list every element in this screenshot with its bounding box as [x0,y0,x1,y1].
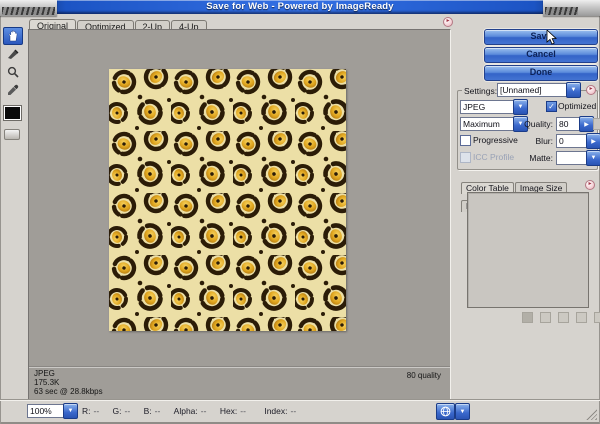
toolbar [3,27,23,140]
eyedropper-color-swatch[interactable] [4,106,21,120]
index-label: Index: [264,406,287,416]
settings-label: Settings: [462,86,499,96]
status-download-time: 63 sec @ 28.8kbps [34,387,450,396]
preview-canvas[interactable]: JPEG 175.3K 63 sec @ 28.8kbps 80 quality [28,29,451,400]
format-select[interactable]: JPEG [460,100,518,114]
mouse-cursor-icon [546,30,558,45]
index-value: -- [291,406,297,416]
new-color-icon[interactable] [576,312,587,323]
quality-slider-popup-button[interactable]: ▶ [579,116,594,132]
hand-tool-button[interactable] [3,27,23,45]
slice-select-icon [7,48,19,60]
progressive-label: Progressive [473,135,518,145]
settings-menu-button[interactable]: ▸ [586,85,596,95]
done-button[interactable]: Done [484,65,598,81]
hex-label: Hex: [220,406,237,416]
alpha-value: -- [201,406,207,416]
zoom-level-dropdown-button[interactable]: ▼ [63,403,78,419]
b-label: B: [144,406,152,416]
delete-color-icon[interactable] [594,312,600,323]
magnifier-icon [7,66,19,78]
color-readouts: R:-- G:-- B:-- Alpha:-- Hex:-- Index:-- [80,406,305,416]
progressive-checkbox[interactable] [460,135,471,146]
icc-profile-label: ICC Profile [473,152,514,162]
status-filesize: 175.3K [34,378,450,387]
r-value: -- [94,406,100,416]
settings-preset-select[interactable]: [Unnamed] [497,83,571,97]
matte-value-field[interactable] [556,151,589,165]
video-handle-left [0,0,57,16]
alpha-label: Alpha: [174,406,198,416]
quality-extra-disabled-box [593,118,600,130]
slice-select-tool-button[interactable] [3,45,23,63]
settings-preset-dropdown-button[interactable]: ▼ [566,82,581,98]
status-quality: 80 quality [407,371,441,380]
hand-icon [7,30,19,42]
toggle-slices-visibility-button[interactable] [4,129,20,140]
icc-profile-checkbox[interactable] [460,152,471,163]
color-table-actions [522,312,600,323]
r-label: R: [82,406,91,416]
video-handle-right [543,0,600,16]
bottom-bar: 100% ▼ R:-- G:-- B:-- Alpha:-- Hex:-- In… [0,399,600,423]
eyedropper-icon [7,84,19,96]
save-for-web-dialog: Save for Web - Powered by ImageReady Ori… [0,0,600,424]
preview-browser-dropdown-button[interactable]: ▼ [455,403,470,420]
g-value: -- [125,406,131,416]
g-label: G: [113,406,122,416]
preview-in-browser-button[interactable] [436,403,455,420]
quality-label: Quality: [519,119,553,129]
b-value: -- [155,406,161,416]
blur-label: Blur: [519,136,553,146]
matte-dropdown-button[interactable]: ▼ [586,150,600,166]
save-button[interactable]: Save [484,29,598,45]
window-title: Save for Web - Powered by ImageReady [0,1,600,12]
browser-globe-icon [440,406,451,417]
status-format: JPEG [34,369,450,378]
snap-to-web-palette-icon[interactable] [522,312,533,323]
hex-value: -- [240,406,246,416]
zoom-level-field[interactable]: 100% [27,404,65,418]
optimized-label: Optimized [558,101,596,111]
panel-tab-strip: Color TableImage SizeLayers [461,178,600,191]
title-bar: Save for Web - Powered by ImageReady [0,0,600,14]
panel-menu-button[interactable]: ▸ [585,180,595,190]
eyedropper-tool-button[interactable] [3,81,23,99]
zoom-tool-button[interactable] [3,63,23,81]
ridge-texture [2,7,55,15]
optimized-checkbox[interactable]: ✓ [546,101,557,112]
format-dropdown-button[interactable]: ▼ [513,99,528,115]
view-tab-strip: OriginalOptimized2-Up4-Up ▸ [29,15,208,29]
quality-preset-select[interactable]: Maximum [460,117,518,131]
blur-value-field[interactable]: 0 [556,134,589,148]
cancel-button[interactable]: Cancel [484,47,598,63]
matte-label: Matte: [519,153,553,163]
view-menu-button[interactable]: ▸ [443,17,453,27]
blur-slider-popup-button[interactable]: ▶ [586,133,600,149]
optimization-status: JPEG 175.3K 63 sec @ 28.8kbps 80 quality [29,366,450,399]
preview-image-leopard-pattern[interactable] [109,69,346,331]
ridge-texture [545,7,578,15]
color-table-panel [467,192,589,308]
lock-color-icon[interactable] [540,312,551,323]
map-transparency-icon[interactable] [558,312,569,323]
